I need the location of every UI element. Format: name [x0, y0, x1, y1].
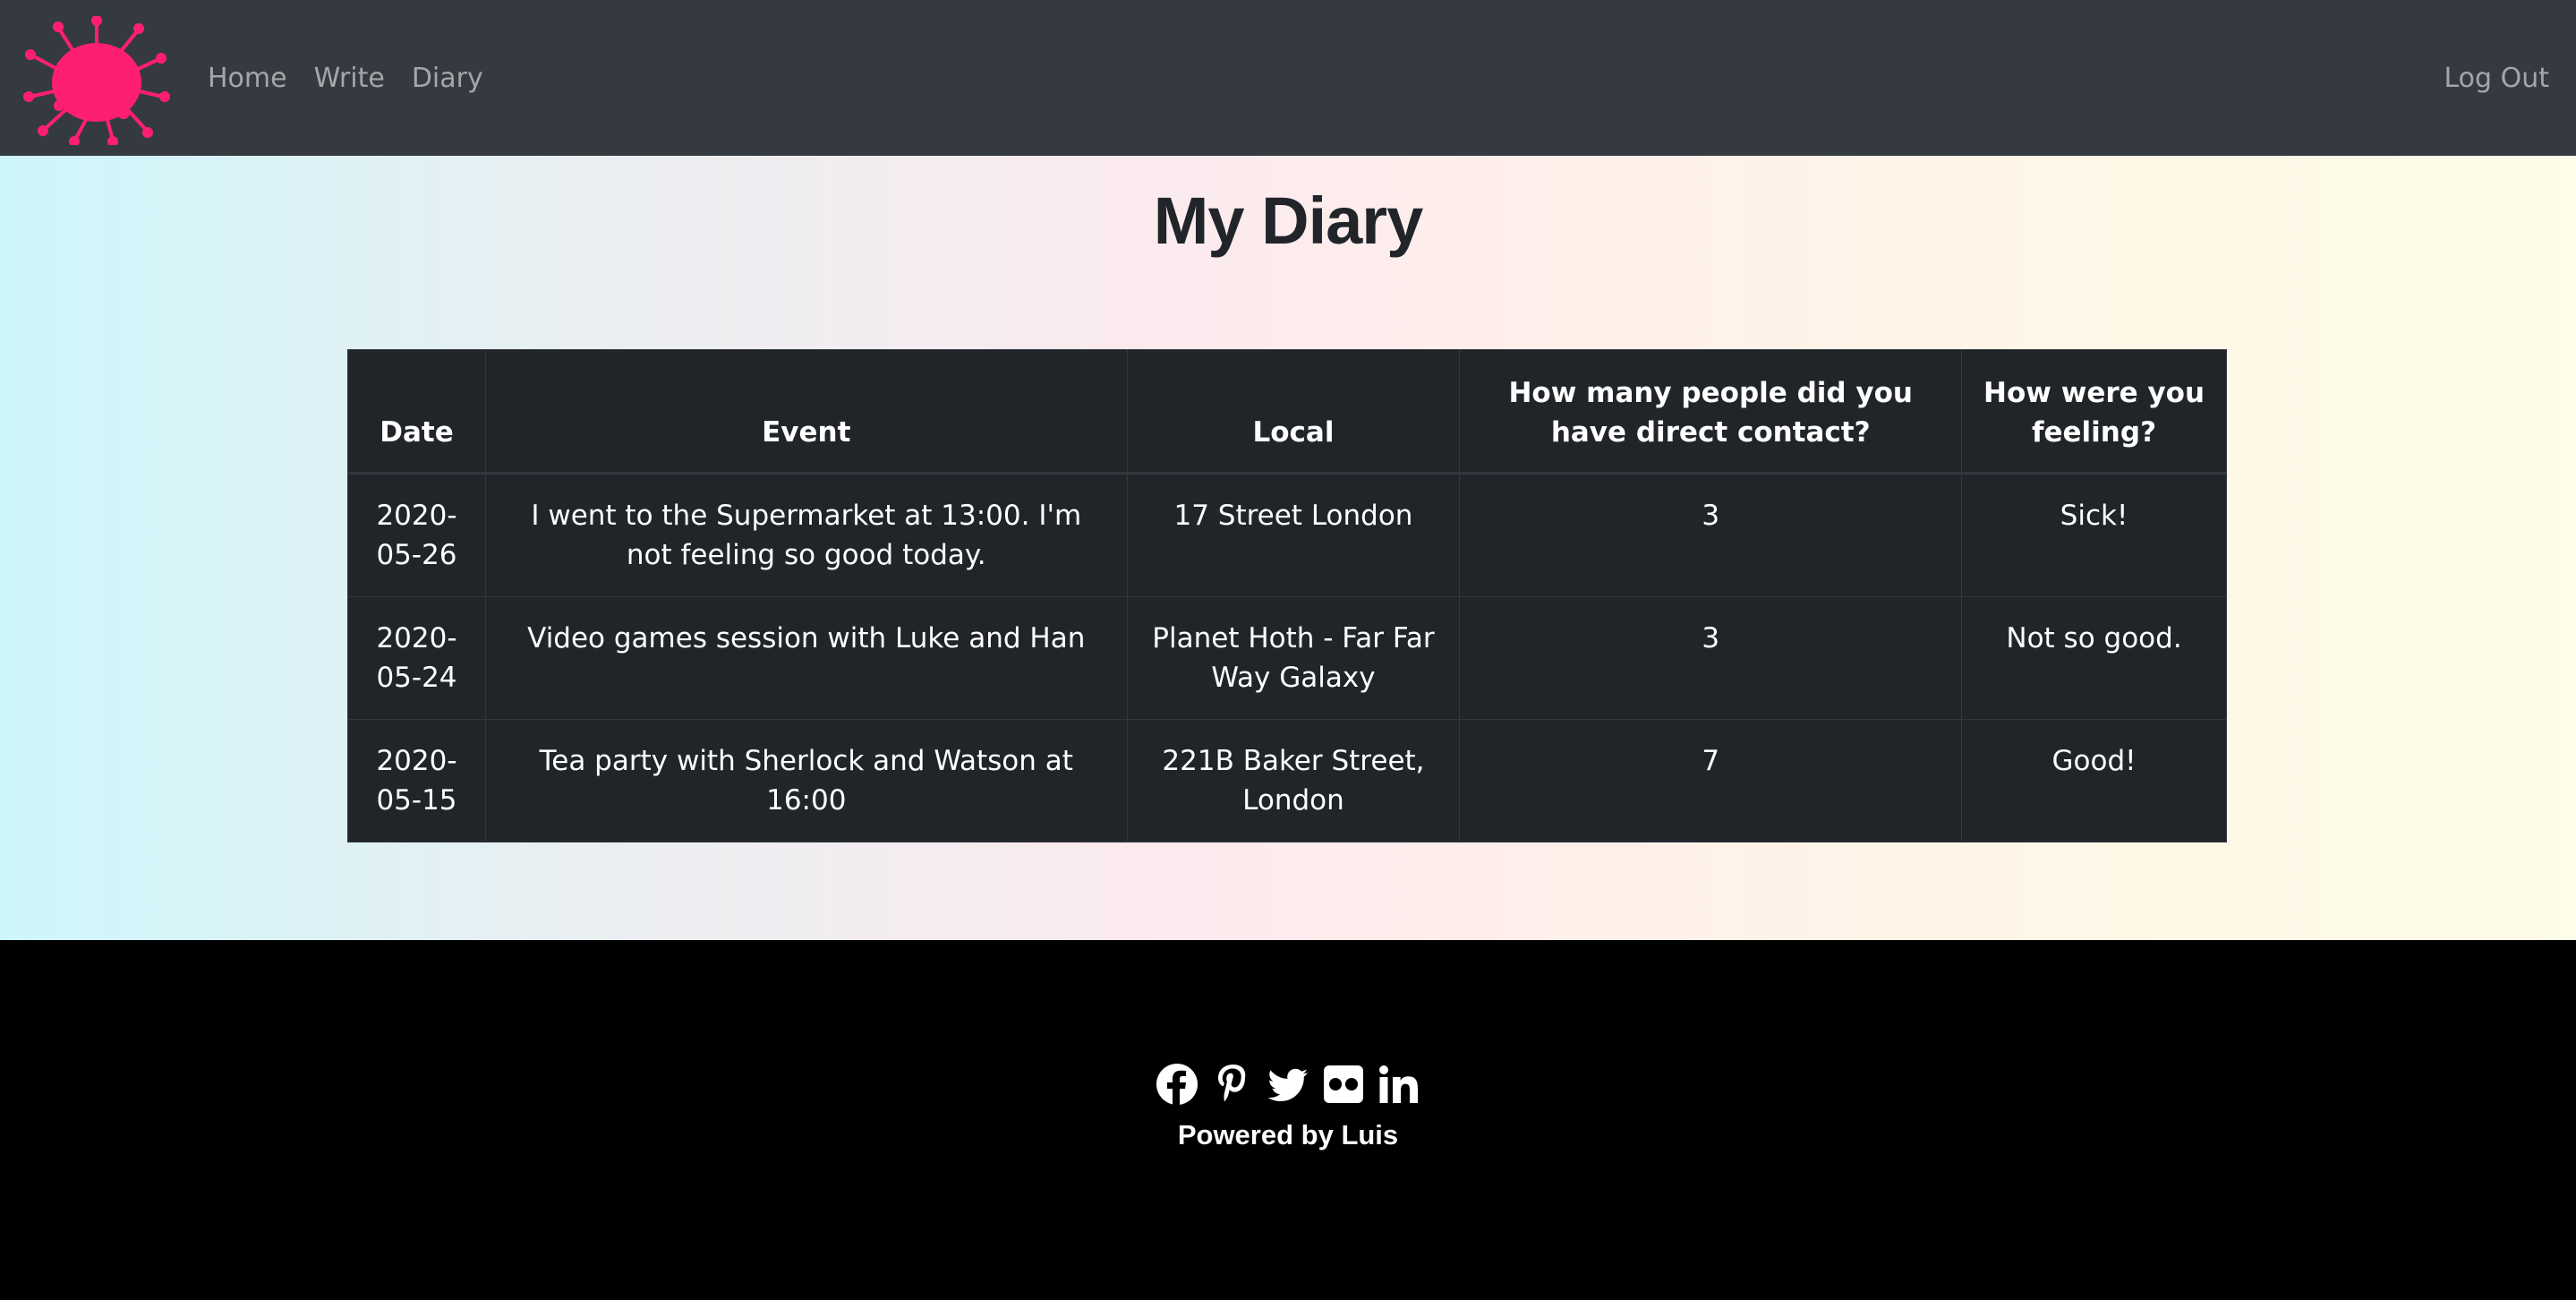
header-local: Local	[1126, 349, 1461, 475]
cell-feeling: Not so good.	[1961, 596, 2227, 720]
header-event: Event	[484, 349, 1128, 475]
nav-home-link[interactable]: Home	[208, 63, 287, 94]
nav-links: Home Write Diary	[208, 0, 483, 156]
powered-by-text: Powered by Luis	[1177, 1119, 1399, 1150]
nav-write-link[interactable]: Write	[314, 63, 385, 94]
cell-date: 2020-05-24	[347, 596, 486, 720]
virus-logo-icon[interactable]	[23, 15, 170, 147]
logout-link[interactable]: Log Out	[2444, 0, 2549, 156]
cell-feeling: Sick!	[1961, 473, 2227, 597]
footer: Powered by Luis	[0, 940, 2576, 1300]
cell-local: 17 Street London	[1126, 473, 1461, 597]
navbar: Home Write Diary Log Out	[0, 0, 2576, 156]
cell-local: 221B Baker Street, London	[1126, 719, 1461, 842]
header-contacts: How many people did you have direct cont…	[1459, 349, 1963, 475]
pinterest-icon[interactable]	[1211, 1062, 1254, 1107]
table-header-row: Date Event Local How many people did you…	[347, 349, 2227, 475]
social-links	[0, 1062, 2576, 1107]
page-title: My Diary	[1153, 184, 1423, 258]
cell-feeling: Good!	[1961, 719, 2227, 842]
cell-contacts: 3	[1459, 596, 1963, 720]
twitter-icon[interactable]	[1267, 1062, 1309, 1107]
cell-event: Tea party with Sherlock and Watson at 16…	[484, 719, 1128, 842]
cell-event: Video games session with Luke and Han	[484, 596, 1128, 720]
header-date: Date	[347, 349, 486, 475]
cell-date: 2020-05-26	[347, 473, 486, 597]
table-row: 2020-05-26 I went to the Supermarket at …	[347, 473, 2227, 597]
table-row: 2020-05-24 Video games session with Luke…	[347, 596, 2227, 720]
linkedin-icon[interactable]	[1378, 1062, 1420, 1107]
facebook-icon[interactable]	[1156, 1062, 1198, 1107]
header-feeling: How were you feeling?	[1961, 349, 2227, 475]
cell-event: I went to the Supermarket at 13:00. I'm …	[484, 473, 1128, 597]
cell-local: Planet Hoth - Far Far Way Galaxy	[1126, 596, 1461, 720]
nav-diary-link[interactable]: Diary	[412, 63, 483, 94]
cell-date: 2020-05-15	[347, 719, 486, 842]
cell-contacts: 3	[1459, 473, 1963, 597]
diary-table: Date Event Local How many people did you…	[347, 349, 2227, 842]
cell-contacts: 7	[1459, 719, 1963, 842]
table-row: 2020-05-15 Tea party with Sherlock and W…	[347, 719, 2227, 842]
flickr-icon[interactable]	[1322, 1062, 1365, 1107]
main-content: My Diary Date Event Local How many peopl…	[0, 156, 2576, 940]
